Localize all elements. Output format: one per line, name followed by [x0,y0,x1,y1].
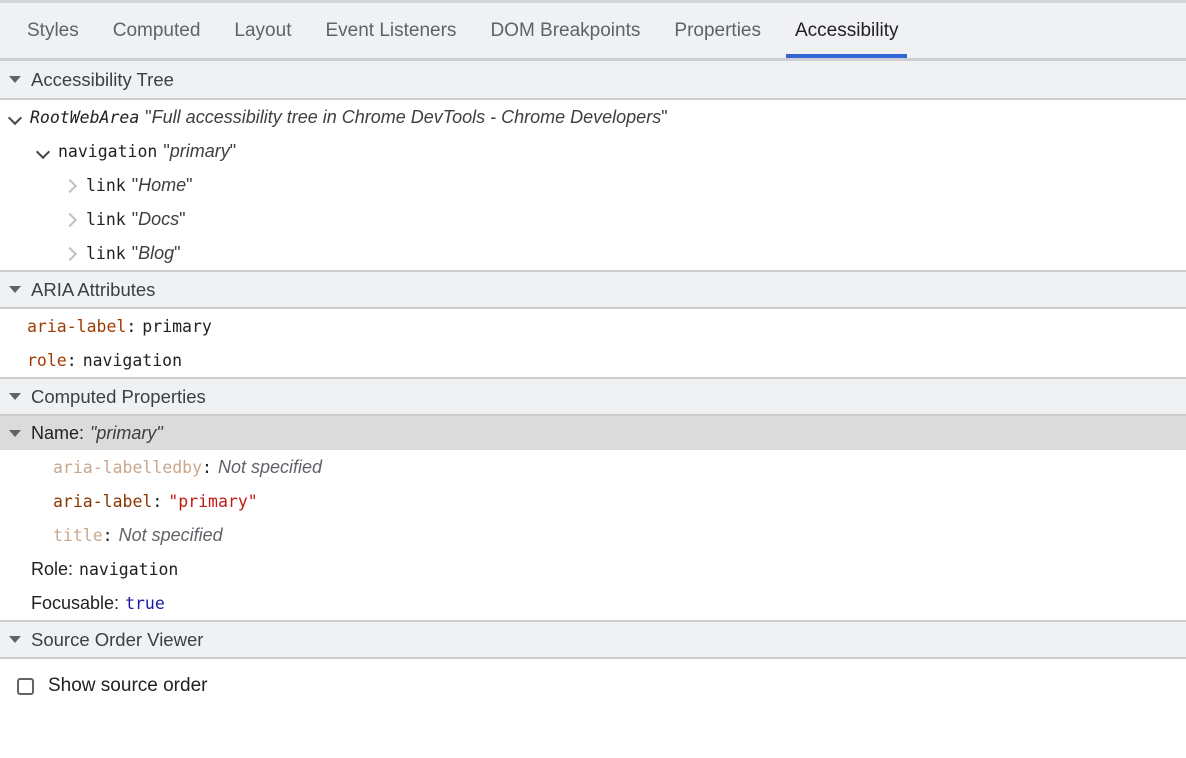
tree-node-role: link [86,209,126,229]
tab-layout[interactable]: Layout [217,3,308,58]
aria-attribute-value: primary [142,316,212,336]
section-title: Source Order Viewer [31,628,204,650]
tab-styles[interactable]: Styles [10,3,96,58]
tree-node-link-blog[interactable]: link " Blog " [0,236,1186,270]
name-source-row-aria-labelledby[interactable]: aria-labelledby: Not specified [0,450,1186,484]
tree-node-role: navigation [58,141,158,161]
property-label: Focusable: [31,592,120,613]
tree-node-name: Blog [138,242,175,263]
computed-property-name-row[interactable]: Name: "primary" [0,416,1186,450]
section-title: Computed Properties [31,385,206,407]
show-source-order-row[interactable]: Show source order [0,659,1186,713]
property-label: Name: [31,422,85,443]
name-source-value: Not specified [118,524,223,545]
computed-property-role-row[interactable]: Role: navigation [0,552,1186,586]
separator: : [152,491,163,511]
separator: : [202,457,212,477]
aria-attribute-row[interactable]: role: navigation [0,343,1186,377]
section-header-computed-properties[interactable]: Computed Properties [0,377,1186,416]
property-value: navigation [79,559,179,579]
property-value: true [125,593,165,613]
tree-node-rootwebarea[interactable]: RootWebArea " Full accessibility tree in … [0,100,1186,134]
property-label: Role: [31,558,74,579]
section-header-source-order-viewer[interactable]: Source Order Viewer [0,620,1186,659]
chevron-right-icon[interactable] [65,213,78,226]
quote-close: " [179,208,186,229]
aria-attribute-name: role [27,350,67,370]
tree-node-role: link [86,175,126,195]
accessibility-tree-rows: RootWebArea " Full accessibility tree in … [0,100,1186,270]
tab-label: Properties [674,19,761,41]
section-header-aria-attributes[interactable]: ARIA Attributes [0,270,1186,309]
devtools-sidebar-tabbar: Styles Computed Layout Event Listeners D… [0,0,1186,61]
tab-label: Layout [234,19,292,41]
triangle-down-icon [9,636,21,643]
aria-attributes-rows: aria-label: primary role: navigation [0,309,1186,377]
tab-computed[interactable]: Computed [96,3,218,58]
tree-node-name: Docs [138,208,180,229]
section-title: ARIA Attributes [31,278,156,300]
name-source-value: "primary" [168,491,258,511]
aria-attribute-row[interactable]: aria-label: primary [0,309,1186,343]
tab-accessibility[interactable]: Accessibility [778,3,915,58]
tree-node-name: Full accessibility tree in Chrome DevToo… [151,106,662,127]
name-source-attribute: aria-labelledby [53,457,203,477]
name-source-attribute: aria-label [53,491,153,511]
chevron-right-icon[interactable] [65,179,78,192]
section-header-accessibility-tree[interactable]: Accessibility Tree [0,61,1186,100]
chevron-right-icon[interactable] [65,247,78,260]
tree-node-navigation[interactable]: navigation " primary " [0,134,1186,168]
name-source-row-aria-label[interactable]: aria-label: "primary" [0,484,1186,518]
computed-property-focusable-row[interactable]: Focusable: true [0,586,1186,620]
tree-node-link-home[interactable]: link " Home " [0,168,1186,202]
show-source-order-label: Show source order [48,675,208,696]
chevron-down-icon[interactable] [37,145,50,158]
quote-close: " [174,242,181,263]
separator: : [126,316,137,336]
quote-close: " [186,174,193,195]
computed-properties-rows: Name: "primary" aria-labelledby: Not spec… [0,416,1186,620]
property-value: "primary" [90,422,163,443]
tab-dom-breakpoints[interactable]: DOM Breakpoints [473,3,657,58]
name-source-value: Not specified [217,456,323,477]
tab-label: Styles [27,19,79,41]
tab-label: Event Listeners [325,19,457,41]
triangle-down-icon [9,286,21,293]
quote-close: " [661,106,668,127]
tree-node-role: RootWebArea [30,107,140,127]
section-title: Accessibility Tree [31,68,174,90]
aria-attribute-name: aria-label [27,316,127,336]
tab-properties[interactable]: Properties [657,3,778,58]
name-source-attribute: title [53,525,103,545]
tab-event-listeners[interactable]: Event Listeners [308,3,473,58]
name-source-row-title[interactable]: title: Not specified [0,518,1186,552]
separator: : [102,525,113,545]
tree-node-role: link [86,243,126,263]
tree-node-name: primary [169,140,230,161]
tree-node-name: Home [138,174,187,195]
tab-label: Accessibility [795,19,899,41]
quote-close: " [229,140,237,161]
aria-attribute-value: navigation [82,350,183,370]
tab-label: DOM Breakpoints [490,19,641,41]
tab-label: Computed [112,19,201,41]
show-source-order-checkbox[interactable] [17,677,34,695]
triangle-down-icon[interactable] [9,429,21,437]
separator: : [66,350,77,370]
tree-node-link-docs[interactable]: link " Docs " [0,202,1186,236]
triangle-down-icon [9,393,21,400]
triangle-down-icon [9,76,21,83]
chevron-down-icon[interactable] [9,111,22,124]
